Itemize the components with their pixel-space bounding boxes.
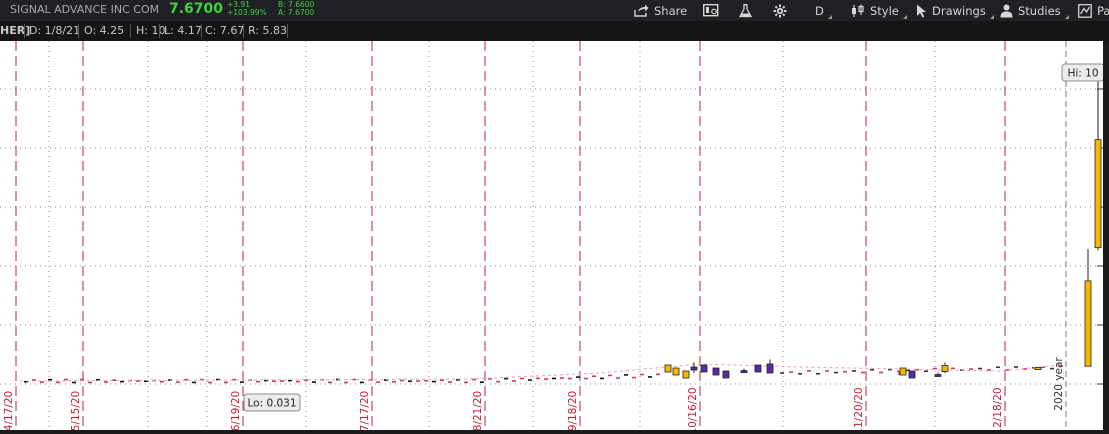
studies-button[interactable]: Studies [1000, 0, 1069, 21]
candle-body [712, 367, 720, 376]
divider [287, 24, 288, 38]
style-button[interactable]: Style [851, 0, 907, 21]
candle-body [1034, 367, 1042, 371]
cursor-arrow-icon [917, 4, 926, 17]
candle-body [934, 374, 942, 377]
bar-high: H: 10 [136, 24, 166, 37]
divider [243, 24, 244, 38]
style-label: Style [870, 3, 899, 18]
candle-body [700, 364, 708, 373]
chart-settings-icon [703, 4, 719, 17]
price-axis-border [1103, 41, 1109, 430]
drawings-button[interactable]: Drawings [916, 0, 994, 21]
price-info-bar: HER] D: 1/8/21 O: 4.25 H: 10 L: 4.17 C: … [0, 21, 1109, 41]
share-label: Share [654, 3, 688, 18]
last-price: 7.6700 [169, 1, 224, 17]
candle-body [1084, 280, 1092, 367]
candles-icon [852, 4, 864, 17]
flask-icon [739, 3, 752, 17]
aggregation-button[interactable]: D [815, 0, 832, 21]
studies-label: Studies [1018, 3, 1061, 18]
percent-change: +103.99% [227, 8, 267, 17]
dropdown-corner-icon [1064, 15, 1069, 19]
gear-icon [773, 4, 787, 17]
candle-body [908, 370, 916, 379]
candle-body [740, 370, 748, 374]
bar-low: L: 4.17 [164, 24, 202, 37]
dropdown-corner-icon [989, 15, 994, 19]
bar-open: O: 4.25 [84, 24, 125, 37]
symbol-name[interactable]: SIGNAL ADVANCE INC COM [10, 3, 159, 16]
price-chart[interactable]: 4/17/20 5/15/20 6/19/20 7/17/20 8/21/20 9/18/… [0, 41, 1109, 434]
person-icon [1000, 4, 1013, 17]
ask-price: A: 7.6700 [278, 8, 315, 17]
divider [130, 24, 131, 38]
high-bubble: Hi: 10 [1061, 63, 1105, 82]
chart-style-gear-button[interactable] [773, 0, 792, 21]
dropdown-corner-icon [827, 15, 832, 19]
share-button[interactable]: Share [634, 0, 687, 21]
candle-body [1094, 139, 1102, 249]
date-label: 8/21/20 [472, 391, 484, 431]
candle-body [754, 364, 762, 373]
patterns-icon [1078, 3, 1092, 18]
share-icon [634, 4, 649, 17]
date-label: 11/20/20 [853, 387, 865, 434]
candle-body [766, 363, 774, 374]
candle-body [672, 367, 680, 376]
patterns-label: Pa [1097, 3, 1109, 18]
candle-body [899, 367, 907, 376]
divider [201, 24, 202, 38]
chart-settings-button[interactable] [703, 0, 724, 21]
date-label: 6/19/20 [230, 391, 242, 431]
candle-body [664, 364, 672, 373]
chart-bottom-border [0, 430, 1109, 434]
bar-close: C: 7.67 [205, 24, 245, 37]
candle-body [690, 366, 698, 371]
drawings-label: Drawings [932, 3, 986, 18]
aggregation-label: D [815, 3, 824, 18]
date-label: 9/18/20 [567, 391, 579, 431]
divider [78, 24, 79, 38]
date-label: 10/16/20 [687, 387, 699, 434]
bar-range: R: 5.83 [248, 24, 287, 37]
candle-body [941, 365, 949, 372]
high-bubble-text: Hi: 10 [1067, 68, 1098, 80]
bar-date: D: 1/8/21 [29, 24, 81, 37]
year-label: 2020 year [1053, 357, 1065, 411]
flask-button[interactable] [739, 0, 757, 21]
divider [24, 24, 25, 38]
divider [159, 24, 160, 38]
candle-body [682, 370, 690, 379]
candle-body [722, 370, 730, 379]
net-change-block: +3.91 +103.99% [227, 1, 267, 17]
date-label: 4/17/20 [3, 391, 15, 431]
patterns-button[interactable]: Pa [1078, 0, 1109, 21]
low-bubble-text: Lo: 0.031 [247, 398, 296, 410]
low-bubble: Lo: 0.031 [243, 393, 301, 412]
date-label: 5/15/20 [70, 391, 82, 431]
header-toolbar: SIGNAL ADVANCE INC COM 7.6700 +3.91 +103… [0, 0, 1109, 21]
study-tag: HER] [0, 24, 31, 37]
bid-ask-block: B: 7.6600 A: 7.6700 [278, 1, 314, 17]
date-label: 7/17/20 [359, 391, 371, 431]
dropdown-corner-icon [902, 15, 907, 19]
date-label: 12/18/20 [992, 387, 1004, 434]
